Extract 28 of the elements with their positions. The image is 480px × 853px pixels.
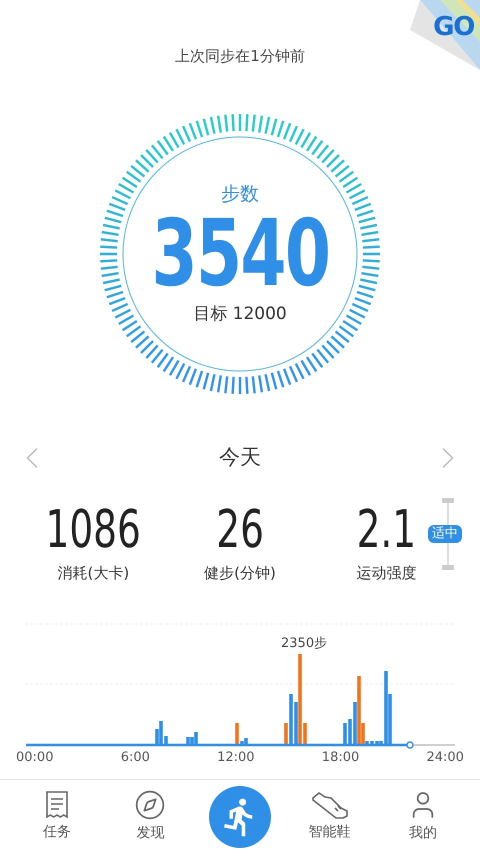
axis-label: 18:00	[322, 749, 360, 767]
axis-label: 12:00	[217, 749, 255, 767]
intensity-badge: 适中	[428, 524, 462, 542]
steps-label: 步数	[221, 182, 259, 206]
shoe-icon	[310, 790, 350, 820]
stat-value: 1086	[46, 504, 141, 556]
remaining-time-line	[414, 744, 455, 746]
compass-icon	[134, 789, 166, 821]
document-icon	[44, 790, 70, 820]
stat-value: 26	[216, 504, 264, 556]
peak-label: 2350步	[281, 635, 328, 653]
map-corner-icon	[410, 0, 480, 70]
axis-label: 24:00	[426, 749, 464, 767]
axis-label: 6:00	[120, 749, 150, 767]
current-time-marker	[406, 741, 414, 749]
stat-label: 消耗(大卡)	[57, 562, 130, 584]
nav-tab[interactable]: 任务	[22, 790, 92, 843]
stat-value: 2.1	[356, 504, 416, 556]
axis-label: 00:00	[16, 749, 54, 767]
stat-label: 健步(分钟)	[204, 562, 276, 584]
step-count: 3540	[151, 208, 329, 300]
sync-status: 上次同步在1分钟前	[175, 46, 305, 67]
nav-tab[interactable]: 发现	[115, 789, 186, 844]
nav-tab[interactable]: 我的	[388, 789, 458, 844]
day-label: 今天	[219, 444, 261, 471]
stat-label: 运动强度	[356, 562, 417, 584]
step-goal: 目标 12000	[193, 303, 287, 326]
nav-tab[interactable]: 智能鞋	[294, 790, 365, 843]
